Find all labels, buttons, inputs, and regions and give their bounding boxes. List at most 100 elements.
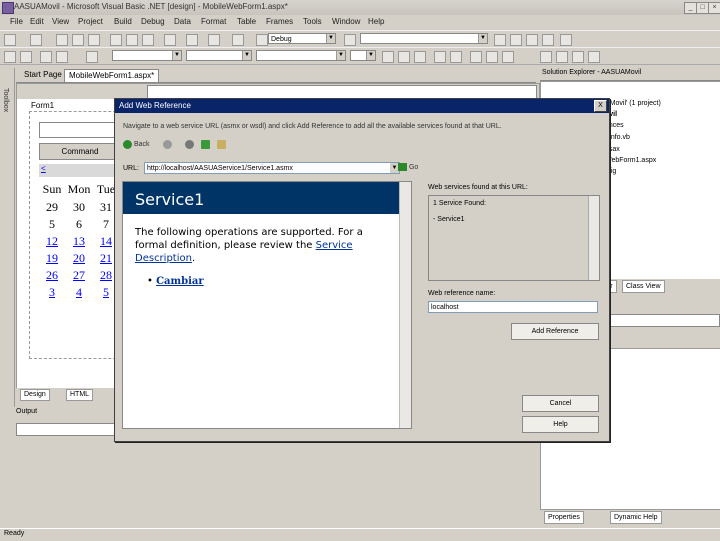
document-tabs: Start Page MobileWebForm1.aspx* [16,68,536,83]
go-button[interactable]: Go [398,163,418,171]
fore-color-icon[interactable] [434,51,446,63]
menu-tools[interactable]: Tools [303,17,322,26]
find-icon[interactable] [344,34,356,46]
justify-center-icon[interactable] [486,51,498,63]
tab-design[interactable]: Design [20,389,50,401]
menu-frames[interactable]: Frames [266,17,293,26]
object-browser-icon[interactable] [526,34,538,46]
solution-explorer-title: Solution Explorer - AASUAMovil [542,69,642,76]
open-icon[interactable] [56,34,68,46]
close-button[interactable]: × [708,2,720,14]
paste-icon[interactable] [142,34,154,46]
find-combo[interactable]: ▼ [360,33,488,44]
menu-window[interactable]: Window [332,17,360,26]
toolbox-strip[interactable]: Toolbox [0,68,15,468]
dialog-close-button[interactable]: X [594,100,607,112]
tab-mobilewebform1[interactable]: MobileWebForm1.aspx* [64,69,160,82]
stop-button[interactable] [185,139,196,151]
table-icon[interactable] [86,51,98,63]
calendar-day-link[interactable]: 27 [66,268,92,283]
service-browser[interactable]: Service1 The following operations are su… [122,181,412,429]
solution-config-combo[interactable]: Debug ▼ [268,33,336,44]
calendar-day-link[interactable]: 20 [66,251,92,266]
calendar-day-link[interactable]: 12 [39,234,65,249]
operation-link[interactable]: Cambiar [156,276,204,287]
menu-debug[interactable]: Debug [141,17,165,26]
tab-properties[interactable]: Properties [544,511,584,524]
justify-right-icon[interactable] [502,51,514,63]
navigate-forward-icon[interactable] [232,34,244,46]
snap-icon[interactable] [20,51,32,63]
menu-help[interactable]: Help [368,17,384,26]
properties-icon[interactable] [510,34,522,46]
menu-view[interactable]: View [52,17,69,26]
undo-icon[interactable] [164,34,176,46]
solution-item[interactable]: AMovil' (1 project) [605,100,661,107]
save-icon[interactable] [72,34,84,46]
tab-dynamic-help[interactable]: Dynamic Help [610,511,662,524]
services-scrollbar[interactable] [588,196,599,280]
designer-url-box[interactable] [147,85,537,99]
calendar-day-link[interactable]: 26 [39,268,65,283]
help-button[interactable]: Help [522,416,599,433]
solution-item[interactable]: WebForm1.aspx [605,157,656,164]
bulleted-list-icon[interactable] [556,51,568,63]
dialog-instructions: Navigate to a web service URL (asmx or w… [123,123,502,130]
navigate-back-icon[interactable] [208,34,220,46]
solution-explorer-icon[interactable] [494,34,506,46]
block-format-combo[interactable]: ▼ [112,50,182,61]
justify-left-icon[interactable] [470,51,482,63]
menu-format[interactable]: Format [201,17,226,26]
command-button[interactable]: Command [39,143,121,160]
grid-icon[interactable] [4,51,16,63]
menu-edit[interactable]: Edit [30,17,44,26]
font-name-combo[interactable]: ▼ [186,50,252,61]
properties-object-combo[interactable] [600,314,720,327]
align-left-icon[interactable] [40,51,52,63]
menu-build[interactable]: Build [114,17,132,26]
browser-scrollbar[interactable] [399,182,411,428]
menu-file[interactable]: File [10,17,23,26]
menu-table[interactable]: Table [237,17,256,26]
zoom-combo[interactable]: ▼ [350,50,376,61]
services-found-list[interactable]: 1 Service Found: - Service1 [428,195,600,281]
save-all-icon[interactable] [88,34,100,46]
cut-icon[interactable] [110,34,122,46]
numbered-list-icon[interactable] [540,51,552,63]
outdent-icon[interactable] [572,51,584,63]
menu-project[interactable]: Project [78,17,103,26]
calendar-day-link[interactable]: 3 [39,285,65,300]
task-list-icon[interactable] [560,34,572,46]
redo-icon[interactable] [186,34,198,46]
home-button[interactable] [217,139,228,151]
services-found-label: Web services found at this URL: [428,184,528,191]
reference-name-input[interactable]: localhost [428,301,598,313]
align-center-icon[interactable] [56,51,68,63]
calendar-day-link[interactable]: 19 [39,251,65,266]
add-reference-button[interactable]: Add Reference [511,323,599,340]
tab-start-page[interactable]: Start Page [20,69,66,81]
calendar-prev-link[interactable]: < [41,164,46,173]
tab-html[interactable]: HTML [66,389,94,401]
italic-icon[interactable] [398,51,410,63]
menu-data[interactable]: Data [174,17,191,26]
add-item-icon[interactable] [30,34,42,46]
refresh-button[interactable] [201,139,212,151]
back-button[interactable]: Back [123,139,150,151]
back-color-icon[interactable] [450,51,462,63]
url-input[interactable]: http://localhost/AASUAService1/Service1.… [144,162,400,174]
toolbox-icon[interactable] [542,34,554,46]
calendar-day-link[interactable]: 13 [66,234,92,249]
indent-icon[interactable] [588,51,600,63]
start-icon[interactable] [256,34,268,46]
underline-icon[interactable] [414,51,426,63]
copy-icon[interactable] [126,34,138,46]
forward-button[interactable] [163,139,174,151]
new-project-icon[interactable] [4,34,16,46]
bold-icon[interactable] [382,51,394,63]
font-size-combo[interactable]: ▼ [256,50,346,61]
calendar-day-link[interactable]: 4 [66,285,92,300]
tab-class-view[interactable]: Class View [622,280,665,293]
cancel-button[interactable]: Cancel [522,395,599,412]
textbox-control[interactable] [39,122,121,138]
